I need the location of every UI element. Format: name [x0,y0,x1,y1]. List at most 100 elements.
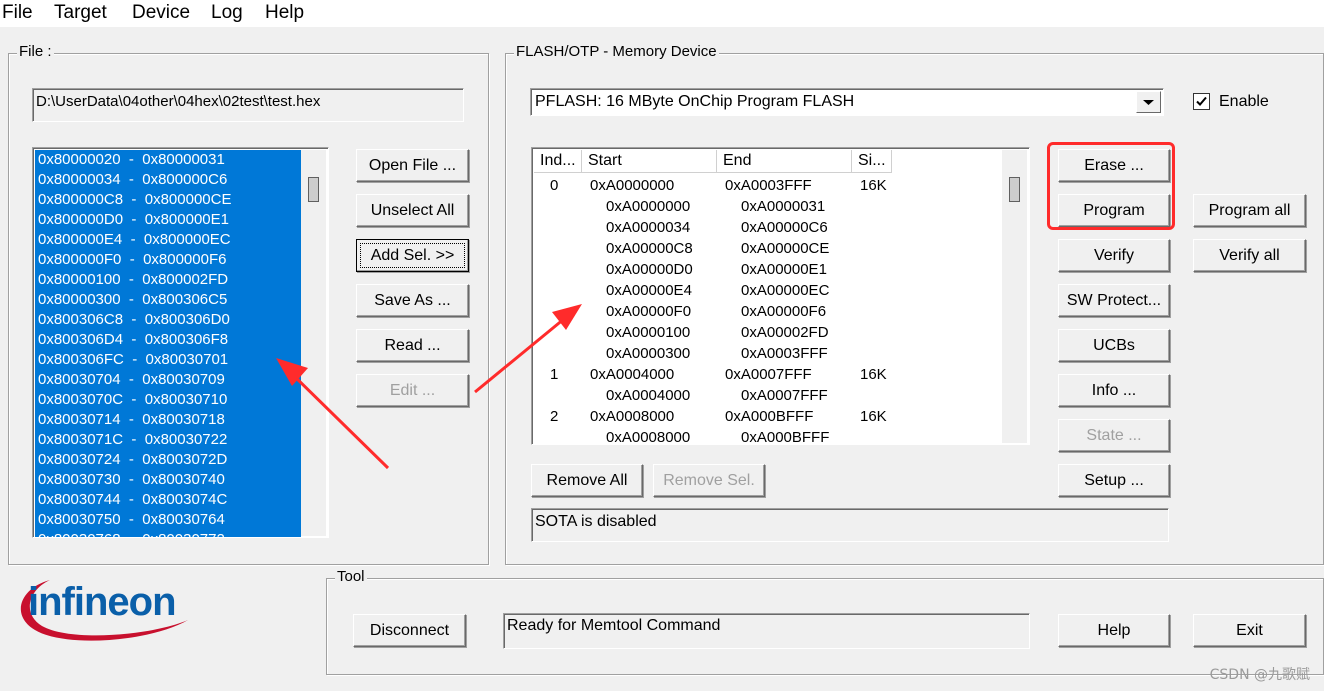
table-row[interactable]: 0xA0000300 0xA0003FFF [534,343,1004,364]
arrowhead-left-icon [276,358,308,386]
add-selection-button[interactable]: Add Sel. >> [356,239,469,272]
table-row[interactable]: 0xA00000F0 0xA00000F6 [534,301,1004,322]
file-range-item[interactable]: 0x800306C8 - 0x800306D0 [35,310,301,330]
unselect-all-button[interactable]: Unselect All [356,194,469,227]
file-range-item[interactable]: 0x800306D4 - 0x800306F8 [35,330,301,350]
memory-table-scroll-thumb[interactable] [1009,177,1020,202]
info-button[interactable]: Info ... [1058,374,1170,407]
file-path-field: D:\UserData\04other\04hex\02test\test.he… [32,88,464,122]
menu-target[interactable]: Target [54,2,107,24]
table-row[interactable]: 0xA0000034 0xA00000C6 [534,217,1004,238]
file-range-item[interactable]: 0x80030724 - 0x8003072D [35,450,301,470]
exit-button[interactable]: Exit [1193,614,1306,647]
file-range-item[interactable]: 0x800000C8 - 0x800000CE [35,190,301,210]
file-range-item[interactable]: 0x800000F0 - 0x800000F6 [35,250,301,270]
arrow-line-right [474,312,571,394]
row-end: 0xA00000E1 [741,261,827,278]
table-row[interactable]: 0xA00000C8 0xA00000CE [534,238,1004,259]
row-start: 0xA0008000 [606,429,691,445]
file-range-item[interactable]: 0x80030768 - 0x80030772 [35,530,301,537]
row-start: 0xA00000E4 [606,282,692,299]
verify-button[interactable]: Verify [1058,239,1170,272]
file-range-item[interactable]: 0x8003071C - 0x80030722 [35,430,301,450]
open-file-button[interactable]: Open File ... [356,149,469,182]
setup-button[interactable]: Setup ... [1058,464,1170,497]
row-end: 0xA00000CE [741,240,830,257]
table-row[interactable]: 0xA00000E4 0xA00000EC [534,280,1004,301]
enable-label: Enable [1219,93,1269,110]
row-end: 0xA0007FFF [725,366,812,383]
file-range-item[interactable]: 0x80000034 - 0x800000C6 [35,170,301,190]
file-list-scroll-thumb[interactable] [308,177,319,202]
remove-selection-button[interactable]: Remove Sel. [653,464,765,497]
table-row[interactable]: 0xA0000100 0xA00002FD [534,322,1004,343]
row-end: 0xA00002FD [741,324,829,341]
tool-status-field: Ready for Memtool Command [503,613,1030,649]
disconnect-button[interactable]: Disconnect [353,614,466,647]
file-range-item[interactable]: 0x80000020 - 0x80000031 [35,150,301,170]
column-header-start[interactable]: Start [582,150,717,173]
state-button[interactable]: State ... [1058,419,1170,452]
row-size: 16K [860,366,887,383]
annotation-arrows [276,304,582,470]
table-row[interactable]: 0xA0000000 0xA0000031 [534,196,1004,217]
menu-help[interactable]: Help [265,2,304,24]
memory-table-scrollbar[interactable] [1002,150,1027,443]
table-row[interactable]: 0xA0004000 0xA0007FFF [534,385,1004,406]
erase-program-highlight [1047,142,1175,230]
table-row[interactable]: 1 0xA0004000 0xA0007FFF 16K [534,364,1004,385]
file-range-item[interactable]: 0x80030714 - 0x80030718 [35,410,301,430]
file-range-item[interactable]: 0x80030744 - 0x8003074C [35,490,301,510]
row-start: 0xA0008000 [590,408,675,425]
row-index: 0 [550,177,559,194]
device-select[interactable]: PFLASH: 16 MByte OnChip Program FLASH [530,88,1164,116]
chevron-down-icon [1143,100,1154,105]
menu-file[interactable]: File [2,2,33,24]
row-size: 16K [860,408,887,425]
row-end: 0xA0003FFF [725,177,812,194]
memory-table[interactable]: Ind... Start End Si... 0 0xA0000000 0xA000… [531,147,1030,445]
row-end: 0xA00000C6 [741,219,828,236]
logo-text: infineon [28,580,177,624]
sw-protect-button[interactable]: SW Protect... [1058,284,1170,317]
menu-bar: File Target Device Log Help [0,0,1324,27]
program-all-button[interactable]: Program all [1193,194,1306,227]
column-header-index[interactable]: Ind... [534,150,582,173]
file-range-item[interactable]: 0x80000100 - 0x800002FD [35,270,301,290]
menu-device[interactable]: Device [132,2,190,24]
file-range-item[interactable]: 0x8003070C - 0x80030710 [35,390,301,410]
file-range-item[interactable]: 0x80030730 - 0x80030740 [35,470,301,490]
table-row[interactable]: 0xA00000D0 0xA00000E1 [534,259,1004,280]
file-range-item[interactable]: 0x800306FC - 0x80030701 [35,350,301,370]
file-range-item[interactable]: 0x800000E4 - 0x800000EC [35,230,301,250]
row-start: 0xA0004000 [590,366,675,383]
row-start: 0xA0000300 [606,345,691,362]
device-group-label: FLASH/OTP - Memory Device [514,43,719,60]
verify-all-button[interactable]: Verify all [1193,239,1306,272]
infineon-logo: infineon [10,570,195,650]
row-start: 0xA0000100 [606,324,691,341]
row-start: 0xA0000000 [590,177,675,194]
device-select-dropdown[interactable] [1136,91,1161,113]
file-group-label: File : [17,43,54,60]
file-range-item[interactable]: 0x80000300 - 0x800306C5 [35,290,301,310]
ucbs-button[interactable]: UCBs [1058,329,1170,362]
menu-log[interactable]: Log [211,2,243,24]
file-range-item[interactable]: 0x80030750 - 0x80030764 [35,510,301,530]
sota-status-text: SOTA is disabled [535,513,657,530]
file-path-text: D:\UserData\04other\04hex\02test\test.he… [36,93,321,110]
help-button[interactable]: Help [1058,614,1170,647]
row-start: 0xA00000F0 [606,303,692,320]
row-end: 0xA0000031 [741,198,826,215]
table-row[interactable]: 0xA0008000 0xA000BFFF [534,427,1004,445]
column-header-size[interactable]: Si... [852,150,892,173]
file-range-item[interactable]: 0x80030704 - 0x80030709 [35,370,301,390]
file-range-item[interactable]: 0x800000D0 - 0x800000E1 [35,210,301,230]
row-start: 0xA0000000 [606,198,691,215]
tool-group-label: Tool [335,568,367,585]
column-header-end[interactable]: End [717,150,852,173]
table-row[interactable]: 2 0xA0008000 0xA000BFFF 16K [534,406,1004,427]
row-end: 0xA000BFFF [741,429,830,445]
enable-checkbox[interactable] [1193,93,1210,110]
table-row[interactable]: 0 0xA0000000 0xA0003FFF 16K [534,175,1004,196]
